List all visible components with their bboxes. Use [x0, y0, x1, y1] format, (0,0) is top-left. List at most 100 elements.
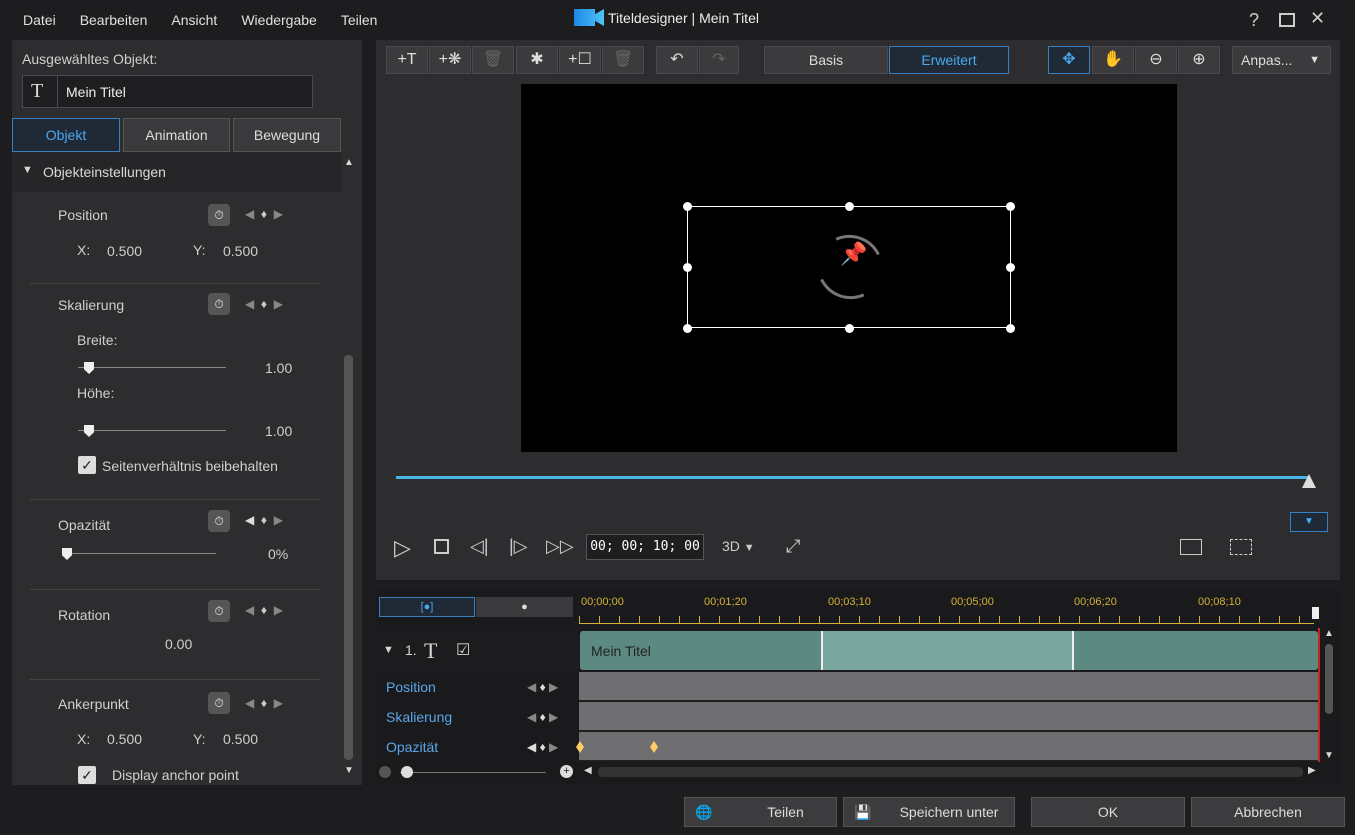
resize-handle[interactable] — [845, 202, 854, 211]
hand-tool[interactable]: ✋ — [1092, 46, 1134, 74]
scroll-left-icon[interactable]: ◀ — [584, 765, 592, 776]
resize-handle[interactable] — [1006, 324, 1015, 333]
anchor-y-value[interactable]: 0.500 — [223, 731, 258, 747]
tab-bewegung[interactable]: Bewegung — [233, 118, 341, 152]
resize-handle[interactable] — [1006, 263, 1015, 272]
stopwatch-icon[interactable]: ⏱ — [208, 204, 230, 226]
menu-wiedergabe[interactable]: Wiedergabe — [241, 12, 317, 28]
scrollbar[interactable]: ▲ ▼ — [342, 155, 356, 780]
timeline-vscroll[interactable]: ▲ ▼ — [1322, 628, 1336, 762]
playhead-line[interactable] — [1318, 628, 1320, 762]
keyframe-nav[interactable]: ◀ ♦ ▶ — [245, 513, 283, 527]
resize-handle[interactable] — [683, 202, 692, 211]
scaling-keyframe-row[interactable] — [579, 702, 1318, 731]
play-button[interactable]: ▷ — [394, 535, 411, 561]
add-effect-button[interactable]: ✱ — [516, 46, 558, 74]
ok-button[interactable]: OK — [1031, 797, 1185, 827]
add-particle-button[interactable]: +❋ — [429, 46, 471, 74]
expand-panel-button[interactable]: ▼ — [1290, 512, 1328, 532]
resize-handle[interactable] — [683, 263, 692, 272]
keyframe-nav[interactable]: ◀ ♦ ▶ — [245, 696, 283, 710]
3d-mode-dropdown[interactable]: 3D ▼ — [722, 538, 755, 554]
opacity-slider[interactable] — [62, 553, 216, 554]
keyframe-nav[interactable]: ◀ ♦ ▶ — [527, 710, 558, 724]
end-marker[interactable] — [1312, 607, 1319, 619]
display-anchor-checkbox[interactable]: ✓ — [78, 766, 96, 784]
position-y-value[interactable]: 0.500 — [223, 243, 258, 259]
position-x-value[interactable]: 0.500 — [107, 243, 142, 259]
keyframe-nav[interactable]: ◀ ♦ ▶ — [527, 740, 558, 754]
keyframe-nav[interactable]: ◀ ♦ ▶ — [245, 207, 283, 221]
clip-time-mode-button[interactable]: [●] — [379, 597, 475, 617]
keyframe-nav[interactable]: ◀ ♦ ▶ — [245, 603, 283, 617]
fast-forward-button[interactable]: ▷▷ — [546, 536, 574, 557]
help-button[interactable]: ? — [1249, 10, 1259, 31]
stopwatch-icon[interactable]: ⏱ — [208, 510, 230, 532]
next-frame-button[interactable]: |▷ — [509, 536, 528, 557]
scroll-thumb[interactable] — [1325, 644, 1333, 714]
fit-dropdown[interactable]: Anpas... ▼ — [1232, 46, 1331, 74]
collapse-icon[interactable]: ▼ — [383, 644, 394, 656]
mode-basic-button[interactable]: Basis — [764, 46, 888, 74]
timeline-zoom-thumb[interactable] — [401, 766, 413, 778]
zoom-out-button[interactable]: ⊖ — [1135, 46, 1177, 74]
stopwatch-icon[interactable]: ⏱ — [208, 600, 230, 622]
resize-handle[interactable] — [1006, 202, 1015, 211]
scroll-down-icon[interactable]: ▼ — [344, 765, 354, 776]
rotation-value[interactable]: 0.00 — [165, 636, 192, 652]
mode-advanced-button[interactable]: Erweitert — [889, 46, 1009, 74]
selected-object-field[interactable]: T Mein Titel — [22, 75, 313, 108]
height-slider[interactable] — [78, 430, 226, 431]
share-button[interactable]: 🌐 Teilen — [684, 797, 837, 827]
scroll-up-icon[interactable]: ▲ — [344, 157, 354, 168]
section-header[interactable]: ▼ Objekteinstellungen — [12, 152, 342, 192]
tab-objekt[interactable]: Objekt — [12, 118, 120, 152]
clip-middle-segment[interactable] — [821, 631, 1074, 670]
timeline-hscroll[interactable] — [598, 767, 1303, 777]
cancel-button[interactable]: Abbrechen — [1191, 797, 1345, 827]
keyframe-nav[interactable]: ◀ ♦ ▶ — [245, 297, 283, 311]
width-slider[interactable] — [78, 367, 226, 368]
grid-icon[interactable] — [1230, 539, 1252, 555]
menu-datei[interactable]: Datei — [23, 12, 56, 28]
title-clip[interactable]: Mein Titel — [580, 631, 1318, 670]
resize-handle[interactable] — [683, 324, 692, 333]
fullscreen-icon[interactable]: ⤢ — [786, 536, 800, 557]
prev-frame-button[interactable]: ◁| — [470, 536, 489, 557]
redo-button[interactable]: ↷ — [699, 46, 739, 74]
zoom-in-timeline-icon[interactable]: + — [560, 765, 573, 778]
keyframe-nav[interactable]: ◀ ♦ ▶ — [527, 680, 558, 694]
position-keyframe-row[interactable] — [579, 672, 1318, 701]
anchor-x-value[interactable]: 0.500 — [107, 731, 142, 747]
safe-zone-icon[interactable] — [1180, 539, 1202, 555]
aspect-checkbox[interactable]: ✓ — [78, 456, 96, 474]
tab-animation[interactable]: Animation — [123, 118, 230, 152]
playback-progress-bar[interactable] — [396, 476, 1310, 479]
opacity-keyframe-row[interactable] — [579, 732, 1318, 761]
menu-teilen[interactable]: Teilen — [341, 12, 378, 28]
timeline-zoom-slider[interactable] — [400, 772, 546, 773]
stopwatch-icon[interactable]: ⏱ — [208, 692, 230, 714]
scroll-up-icon[interactable]: ▲ — [1324, 628, 1334, 639]
save-as-button[interactable]: 💾 Speichern unter — [843, 797, 1015, 827]
menu-ansicht[interactable]: Ansicht — [171, 12, 217, 28]
delete-image-button[interactable]: 🗑 — [602, 46, 644, 74]
undo-button[interactable]: ↶ — [656, 46, 698, 74]
scroll-thumb[interactable] — [344, 355, 353, 760]
anchor-pin-icon[interactable]: 📌 — [840, 241, 867, 267]
add-image-button[interactable]: +☐ — [559, 46, 601, 74]
timecode-display[interactable]: 00; 00; 10; 00 — [586, 534, 704, 560]
maximize-button[interactable] — [1279, 13, 1295, 27]
stopwatch-icon[interactable]: ⏱ — [208, 293, 230, 315]
stop-button[interactable] — [434, 539, 449, 554]
add-title-button[interactable]: +T — [386, 46, 428, 74]
scroll-right-icon[interactable]: ▶ — [1308, 765, 1316, 776]
delete-particle-button[interactable]: 🗑 — [472, 46, 514, 74]
zoom-out-timeline-icon[interactable] — [379, 766, 391, 778]
time-ruler[interactable] — [579, 616, 1314, 624]
select-move-tool[interactable]: ✥ — [1048, 46, 1090, 74]
menu-bearbeiten[interactable]: Bearbeiten — [80, 12, 148, 28]
close-button[interactable]: ✕ — [1310, 8, 1325, 29]
scroll-down-icon[interactable]: ▼ — [1324, 750, 1334, 761]
object-time-mode-button[interactable]: ● — [476, 597, 573, 617]
